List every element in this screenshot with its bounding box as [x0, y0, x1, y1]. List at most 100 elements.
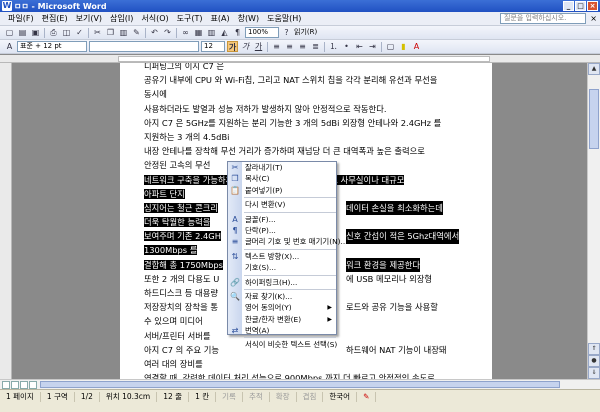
styles-pane-icon[interactable]: A	[4, 41, 15, 52]
status-language[interactable]: 한국어	[323, 392, 358, 402]
justify-icon[interactable]: ≣	[310, 41, 321, 52]
maximize-button[interactable]: □	[575, 1, 586, 11]
context-menu-item[interactable]: A 글꼴(F)...	[228, 214, 336, 225]
numbering-icon[interactable]: ⒈	[328, 41, 339, 52]
hyperlink-toolbar-icon[interactable]: ∞	[180, 27, 191, 38]
cut-toolbar-icon[interactable]: ✂	[92, 27, 103, 38]
horizontal-scrollbar[interactable]	[0, 379, 600, 389]
context-menu-item[interactable]: 🔍 자료 찾기(K)...	[228, 291, 336, 302]
highlight-icon[interactable]: ▮	[398, 41, 409, 52]
font-select[interactable]	[89, 41, 199, 52]
help-search-input[interactable]: 질문을 입력하십시오.	[500, 13, 586, 24]
menu-tools[interactable]: 도구(T)	[173, 12, 207, 26]
spelling-status-icon[interactable]: ✎	[357, 392, 377, 402]
context-menu-item[interactable]: 📋 붙여넣기(P)	[228, 185, 336, 196]
context-menu-item[interactable]: ❐ 복사(C)	[228, 173, 336, 184]
bold-button[interactable]: 가	[227, 41, 238, 52]
new-document-icon[interactable]: ▢	[4, 27, 15, 38]
close-window-button[interactable]: ×	[587, 1, 598, 11]
zoom-select[interactable]: 100%	[245, 27, 279, 38]
document-line[interactable]: 아지 C7 은 5GHz를 지원하는 분리 기능한 3 개의 5dBi 외장형 …	[144, 116, 444, 130]
web-view-icon[interactable]	[11, 381, 19, 389]
drawing-icon[interactable]: ◭	[219, 27, 230, 38]
print-icon[interactable]: ⎙	[48, 27, 59, 38]
horizontal-scroll-thumb[interactable]	[40, 381, 560, 388]
paste-toolbar-icon[interactable]: ▥	[118, 27, 129, 38]
document-line[interactable]: 지원하는 3 개의 4.5dBi	[144, 130, 444, 144]
document-line[interactable]: 동시에	[144, 87, 444, 101]
context-menu-item[interactable]: 기호(S)...	[228, 262, 336, 273]
reading-mode-button[interactable]: 읽기(R)	[294, 27, 318, 38]
align-right-icon[interactable]: ≡	[297, 41, 308, 52]
browse-object-icon[interactable]: ●	[588, 355, 600, 367]
document-line-fragment[interactable]: 신호 간섭이 적은 5Ghz대역에서	[346, 229, 460, 244]
print-view-icon[interactable]	[20, 381, 28, 389]
table-icon[interactable]: ▦	[193, 27, 204, 38]
menu-format[interactable]: 서식(O)	[137, 12, 172, 26]
context-menu-item[interactable]: 서식이 비슷한 텍스트 선택(S)	[228, 339, 337, 350]
minimize-button[interactable]: _	[563, 1, 574, 11]
undo-icon[interactable]: ↶	[149, 27, 160, 38]
next-page-icon[interactable]: ⇓	[588, 367, 600, 379]
document-line[interactable]: 내장 안테나를 장착해 무선 거리가 증가하며 재넘당 더 큰 대역폭과 높은 …	[144, 144, 444, 158]
format-painter-icon[interactable]: ✎	[131, 27, 142, 38]
align-center-icon[interactable]: ≡	[284, 41, 295, 52]
status-mode-overtype[interactable]: 겹침	[297, 392, 324, 402]
bullets-toolbar-icon[interactable]: •	[341, 41, 352, 52]
italic-button[interactable]: 가	[240, 41, 251, 52]
align-left-icon[interactable]: ≡	[271, 41, 282, 52]
context-menu-item[interactable]: 한글/한자 변환(E) ▶	[228, 314, 336, 325]
vertical-scrollbar[interactable]: ▲ ⇑ ● ⇓	[587, 63, 600, 379]
document-line[interactable]: 공유기 내부에 CPU 와 Wi-Fi칩, 그리고 NAT 스위치 칩을 각각 …	[144, 73, 444, 87]
redo-icon[interactable]: ↷	[162, 27, 173, 38]
underline-button[interactable]: 가	[253, 41, 264, 52]
document-line-fragment[interactable]: 로드와 공유 기능을 사용할	[346, 300, 438, 314]
context-menu-item[interactable]: ⇅ 텍스트 방향(X)...	[228, 251, 336, 262]
save-icon[interactable]: ▣	[30, 27, 41, 38]
context-menu-item[interactable]: 영어 동의어(Y) ▶	[228, 302, 336, 313]
menu-file[interactable]: 파일(F)	[4, 12, 38, 26]
menu-view[interactable]: 보기(V)	[72, 12, 106, 26]
document-close-icon[interactable]: ×	[590, 14, 597, 23]
print-preview-icon[interactable]: ◫	[61, 27, 72, 38]
font-color-icon[interactable]: A	[411, 41, 422, 52]
context-menu-item[interactable]: ✂ 잘라내기(T)	[228, 162, 336, 173]
context-menu-item[interactable]: 다시 변환(V)	[228, 199, 336, 210]
document-line[interactable]: 연결할 때, 강력한 데이터 처리 성능으로 900Mbps 까지 더 빠르고 …	[144, 371, 444, 379]
context-menu-item[interactable]: ≡ 글머리 기호 및 번호 매기기(N)...	[228, 236, 348, 247]
document-line[interactable]: 사용하더라도 발열과 성능 저하가 발생하지 않아 안정적으로 작동한다.	[144, 102, 444, 116]
menu-help[interactable]: 도움말(H)	[263, 12, 305, 26]
status-mode-record[interactable]: 기록	[216, 392, 243, 402]
context-menu-item[interactable]: ¶ 단락(P)...	[228, 225, 336, 236]
document-line-fragment[interactable]: 워크 환경을 제공한다	[346, 257, 420, 272]
document-line-fragment[interactable]: 하드웨어 NAT 기능이 내장돼	[346, 343, 447, 357]
previous-page-icon[interactable]: ⇑	[588, 343, 600, 355]
document-line[interactable]: 여러 대의 장비를	[144, 357, 444, 371]
document-line-fragment[interactable]: 데이터 손실을 최소화하는데	[346, 201, 443, 216]
help-icon[interactable]: ?	[281, 27, 292, 38]
document-line-fragment[interactable]: 에 USB 메모리나 외장형	[346, 272, 432, 286]
outline-view-icon[interactable]	[29, 381, 37, 389]
context-menu-item[interactable]: 🔗 하이퍼링크(H)...	[228, 277, 336, 288]
horizontal-ruler[interactable]	[0, 55, 600, 63]
border-icon[interactable]: ▢	[385, 41, 396, 52]
scroll-thumb[interactable]	[589, 89, 599, 149]
status-mode-extend[interactable]: 확장	[270, 392, 297, 402]
document-line[interactable]: 디퍼팅그의 이지 C7 은	[144, 63, 444, 73]
context-menu-item[interactable]: ⇄ 번역(A)	[228, 325, 336, 336]
decrease-indent-icon[interactable]: ⇤	[354, 41, 365, 52]
copy-toolbar-icon[interactable]: ❐	[105, 27, 116, 38]
style-select[interactable]: 표준 + 12 pt	[17, 41, 87, 52]
menu-window[interactable]: 창(W)	[234, 12, 264, 26]
open-icon[interactable]: ▤	[17, 27, 28, 38]
normal-view-icon[interactable]	[2, 381, 10, 389]
scroll-up-icon[interactable]: ▲	[588, 63, 600, 75]
menu-edit[interactable]: 편집(E)	[38, 12, 72, 26]
font-size-select[interactable]: 12	[201, 41, 225, 52]
status-mode-track[interactable]: 추적	[243, 392, 270, 402]
menu-insert[interactable]: 삽입(I)	[106, 12, 137, 26]
show-hide-icon[interactable]: ¶	[232, 27, 243, 38]
columns-icon[interactable]: ▥	[206, 27, 217, 38]
spelling-icon[interactable]: ✓	[74, 27, 85, 38]
increase-indent-icon[interactable]: ⇥	[367, 41, 378, 52]
